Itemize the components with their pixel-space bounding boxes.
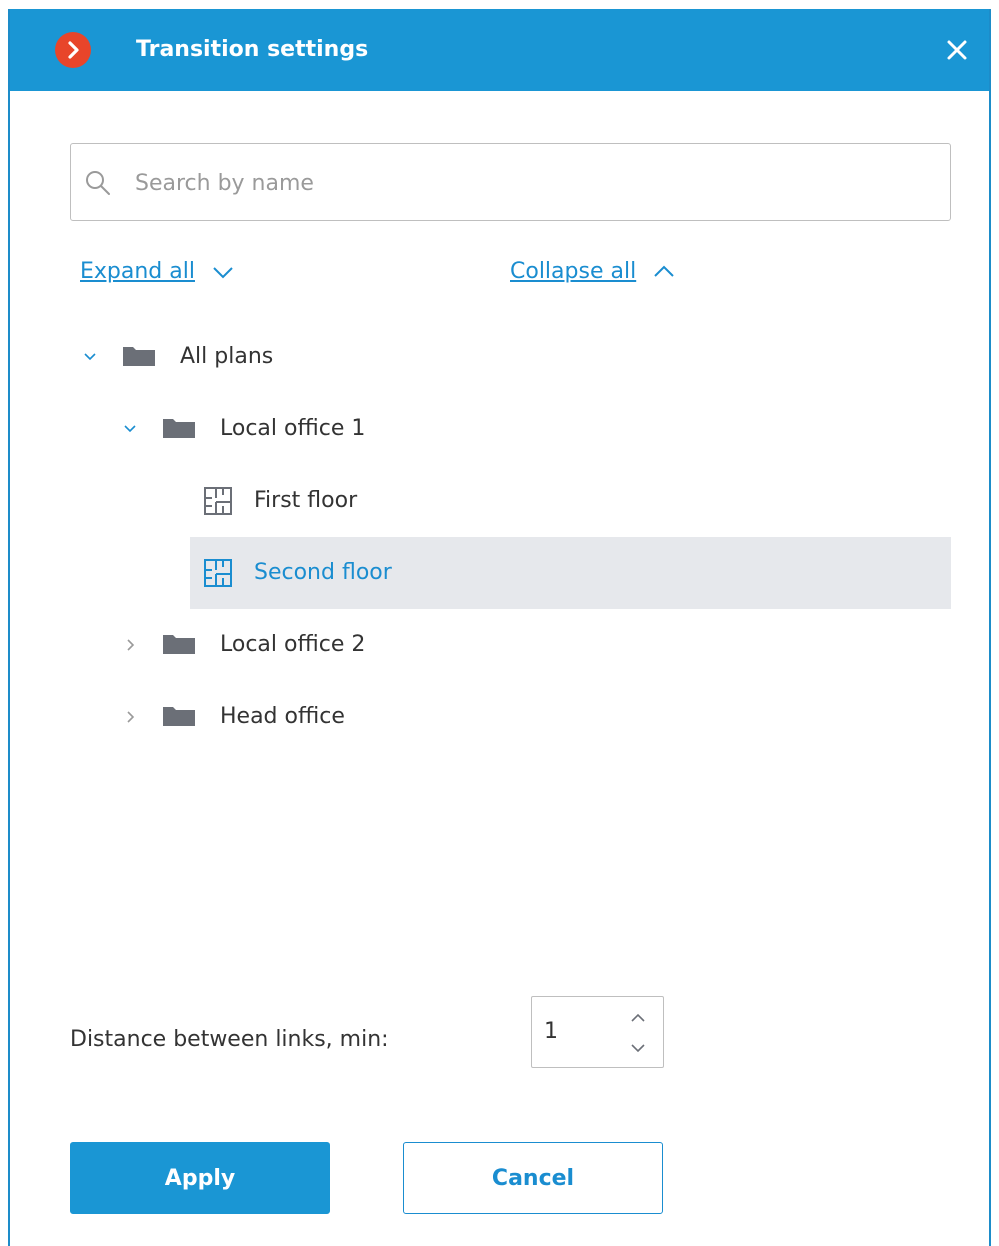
tree-item-local-office-2[interactable]: Local office 2 [70, 609, 951, 681]
cancel-button[interactable]: Cancel [403, 1142, 663, 1214]
chevron-up-icon[interactable] [629, 1011, 647, 1025]
folder-icon [163, 707, 195, 726]
tree-item-head-office[interactable]: Head office [70, 681, 951, 753]
folder-icon [163, 419, 195, 438]
folder-icon [123, 347, 155, 366]
chevron-down-icon[interactable] [122, 421, 138, 437]
expand-all-label: Expand all [80, 259, 195, 284]
chevron-right-icon[interactable] [122, 709, 138, 725]
tree-item-first-floor[interactable]: First floor [70, 465, 951, 537]
folder-icon [163, 635, 195, 654]
tree-item-label: First floor [254, 488, 358, 513]
collapse-all-link[interactable]: Collapse all [510, 259, 676, 284]
tree-item-label: Second floor [254, 560, 392, 585]
floor-plan-icon [204, 559, 232, 587]
distance-stepper[interactable]: 1 [531, 996, 664, 1068]
distance-value[interactable]: 1 [544, 1019, 558, 1044]
dialog-window: Transition settings Expand all Collapse … [8, 9, 991, 1246]
chevron-down-icon[interactable] [82, 349, 98, 365]
distance-label: Distance between links, min: [70, 1027, 389, 1052]
floor-plan-icon [204, 487, 232, 515]
app-logo-icon [55, 32, 91, 68]
chevron-right-icon[interactable] [122, 637, 138, 653]
search-box [70, 143, 951, 221]
chevron-up-icon [654, 265, 674, 277]
search-icon [86, 171, 110, 195]
tree-item-label: All plans [180, 344, 274, 369]
tree-item-local-office-1[interactable]: Local office 1 [70, 393, 951, 465]
chevron-down-icon [213, 266, 233, 278]
tree-item-all-plans[interactable]: All plans [70, 321, 951, 393]
title-bar: Transition settings [10, 9, 989, 91]
tree-item-second-floor[interactable]: Second floor [190, 537, 951, 609]
tree-item-label: Local office 1 [220, 416, 366, 441]
apply-button[interactable]: Apply [70, 1142, 330, 1214]
tree-item-label: Head office [220, 704, 345, 729]
chevron-down-icon[interactable] [629, 1041, 647, 1055]
expand-all-link[interactable]: Expand all [80, 259, 235, 284]
dialog-title: Transition settings [136, 37, 369, 62]
tree-item-label: Local office 2 [220, 632, 366, 657]
collapse-all-label: Collapse all [510, 259, 637, 284]
search-input[interactable] [135, 162, 925, 204]
close-icon[interactable] [943, 36, 971, 64]
